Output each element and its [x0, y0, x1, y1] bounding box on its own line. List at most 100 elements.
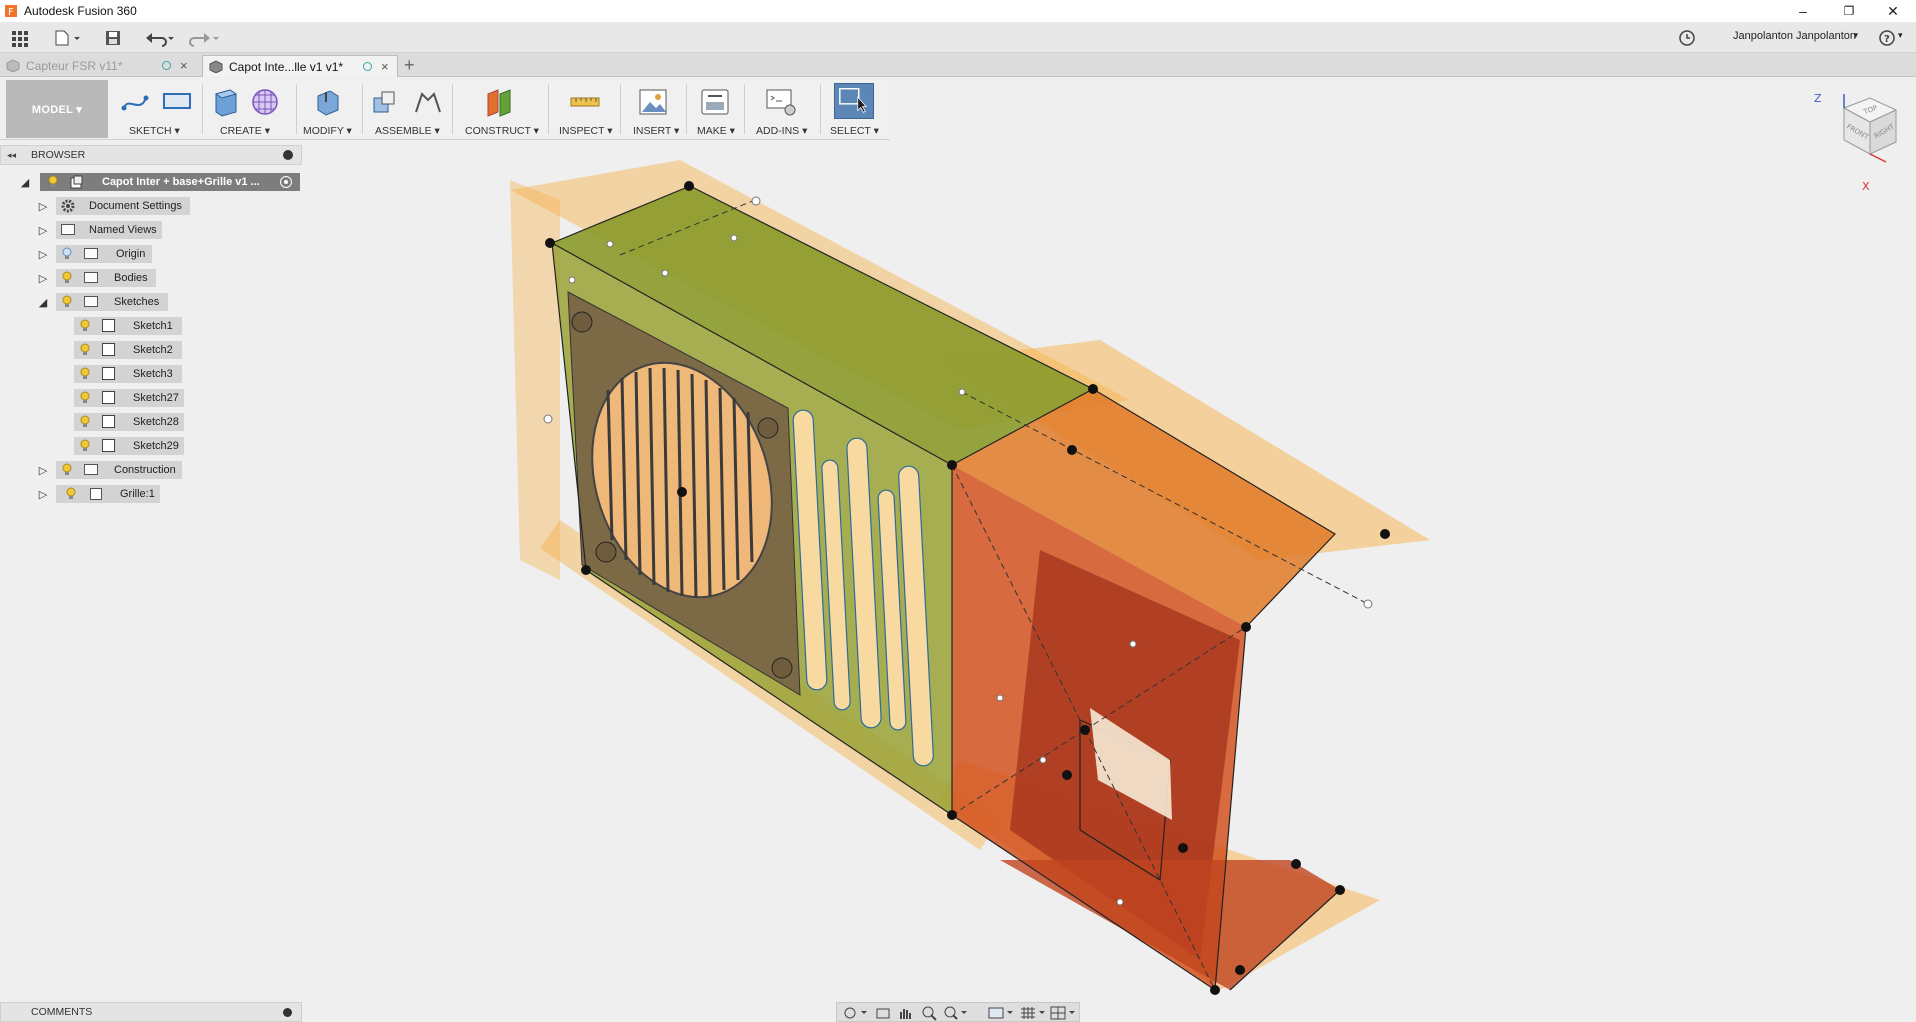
visibility-bulb-icon[interactable]	[48, 175, 58, 188]
create-menu[interactable]: CREATE ▾	[220, 125, 270, 137]
tab-label: Capteur FSR v11*	[26, 59, 123, 73]
visibility-bulb-icon[interactable]	[62, 271, 72, 284]
x-axis-label: X	[1862, 180, 1870, 192]
tab-capteur-fsr[interactable]: Capteur FSR v11* ×	[0, 55, 198, 77]
browser-item-label: Bodies	[114, 272, 148, 284]
browser-origin[interactable]: Origin	[56, 245, 152, 263]
workspace-switcher[interactable]: MODEL ▾	[6, 80, 108, 138]
create-sketch-icon[interactable]	[118, 86, 152, 118]
expand-icon[interactable]: ▷	[36, 223, 50, 237]
data-panel-grid-icon[interactable]	[10, 27, 30, 49]
browser-construction[interactable]: Construction	[56, 461, 182, 479]
stop-sketch-icon[interactable]	[160, 86, 194, 118]
minimize-button[interactable]: –	[1780, 0, 1826, 22]
collapse-icon[interactable]: ◢	[36, 295, 50, 309]
visibility-bulb-icon[interactable]	[80, 439, 90, 452]
browser-sketch-item[interactable]: Sketch1	[74, 317, 182, 335]
inspect-menu[interactable]: INSPECT ▾	[559, 125, 613, 137]
redo-icon[interactable]	[188, 27, 222, 49]
save-icon[interactable]	[102, 27, 124, 49]
sync-status-icon	[162, 61, 171, 70]
sketch-icon	[102, 343, 115, 356]
browser-item-label: Construction	[114, 464, 176, 476]
tab-capot-inter[interactable]: Capot Inte...lle v1 v1* ×	[202, 55, 398, 77]
zoom-icon[interactable]	[921, 1005, 937, 1021]
view-cube[interactable]: TOP FRONT RIGHT Z X	[1808, 92, 1908, 192]
form-sphere-icon[interactable]	[248, 86, 282, 118]
activate-radio-icon[interactable]	[280, 176, 292, 188]
browser-root-component[interactable]: Capot Inter + base+Grille v1 ...	[40, 173, 300, 191]
3d-print-icon[interactable]	[698, 86, 732, 118]
comments-panel[interactable]: COMMENTS	[0, 1002, 302, 1022]
undo-icon[interactable]	[144, 27, 178, 49]
user-account-menu[interactable]: Janpolanton Janpolanton	[1733, 30, 1856, 42]
orbit-icon[interactable]	[841, 1005, 871, 1021]
tab-close-icon[interactable]: ×	[180, 58, 188, 73]
display-settings-icon[interactable]	[987, 1005, 1017, 1021]
visibility-bulb-icon[interactable]	[66, 487, 76, 500]
pan-hand-icon[interactable]	[897, 1005, 913, 1021]
document-icon	[209, 60, 223, 73]
browser-sketch-item[interactable]: Sketch3	[74, 365, 182, 383]
visibility-bulb-icon[interactable]	[62, 295, 72, 308]
look-at-icon[interactable]	[875, 1005, 891, 1021]
z-axis-label: Z	[1814, 92, 1822, 105]
browser-sketches[interactable]: Sketches	[56, 293, 168, 311]
help-icon[interactable]: ?	[1878, 27, 1896, 49]
add-comment-icon[interactable]	[283, 1008, 292, 1017]
insert-menu[interactable]: INSERT ▾	[633, 125, 679, 137]
expand-icon[interactable]: ▷	[36, 247, 50, 261]
new-component-icon[interactable]	[368, 86, 402, 118]
sketch-menu[interactable]: SKETCH ▾	[129, 125, 180, 137]
modify-menu[interactable]: MODIFY ▾	[303, 125, 352, 137]
visibility-bulb-off-icon[interactable]	[62, 247, 72, 260]
expand-icon[interactable]: ▷	[36, 271, 50, 285]
root-collapse-icon[interactable]: ◢	[18, 175, 32, 189]
select-button[interactable]	[834, 83, 874, 119]
new-tab-button[interactable]: +	[404, 55, 415, 76]
browser-sketch-item[interactable]: Sketch27	[74, 389, 184, 407]
expand-icon[interactable]: ▷	[36, 199, 50, 213]
measure-icon[interactable]	[568, 86, 602, 118]
browser-collapse-icon[interactable]: ◂◂	[7, 150, 16, 161]
expand-icon[interactable]: ▷	[36, 463, 50, 477]
grid-settings-icon[interactable]	[1019, 1005, 1049, 1021]
addins-menu[interactable]: ADD-INS ▾	[756, 125, 807, 137]
browser-pin-icon[interactable]	[283, 150, 293, 160]
browser-sketch-item[interactable]: Sketch2	[74, 341, 182, 359]
offset-plane-icon[interactable]	[484, 86, 518, 118]
browser-grille-component[interactable]: Grille:1	[56, 485, 160, 503]
body-bottom-flange[interactable]	[1000, 860, 1340, 990]
insert-image-icon[interactable]	[636, 86, 670, 118]
viewports-icon[interactable]	[1049, 1005, 1079, 1021]
restore-button[interactable]: ❐	[1826, 0, 1872, 22]
job-status-clock-icon[interactable]	[1676, 27, 1698, 49]
browser-bodies[interactable]: Bodies	[56, 269, 156, 287]
scripts-addins-icon[interactable]	[764, 86, 798, 118]
assemble-menu[interactable]: ASSEMBLE ▾	[375, 125, 440, 137]
visibility-bulb-icon[interactable]	[80, 367, 90, 380]
file-menu-icon[interactable]	[52, 27, 82, 49]
browser-sketch-item[interactable]: Sketch29	[74, 437, 184, 455]
visibility-bulb-icon[interactable]	[80, 391, 90, 404]
browser-named-views[interactable]: Named Views	[56, 221, 162, 239]
tab-close-icon[interactable]: ×	[381, 59, 389, 74]
browser-document-settings[interactable]: Document Settings	[56, 197, 190, 215]
toolbar-separator	[548, 84, 549, 134]
expand-icon[interactable]: ▷	[36, 487, 50, 501]
make-menu[interactable]: MAKE ▾	[697, 125, 735, 137]
extrude-box-icon[interactable]	[208, 86, 242, 118]
fit-zoom-icon[interactable]	[943, 1005, 971, 1021]
3d-viewport[interactable]	[302, 141, 1916, 1002]
browser-sketch-item[interactable]: Sketch28	[74, 413, 184, 431]
visibility-bulb-icon[interactable]	[62, 463, 72, 476]
select-menu[interactable]: SELECT ▾	[830, 125, 879, 137]
press-pull-icon[interactable]	[310, 86, 344, 118]
close-button[interactable]: ✕	[1870, 0, 1916, 22]
visibility-bulb-icon[interactable]	[80, 415, 90, 428]
joint-icon[interactable]	[410, 86, 444, 118]
gear-icon	[61, 199, 75, 213]
visibility-bulb-icon[interactable]	[80, 319, 90, 332]
construct-menu[interactable]: CONSTRUCT ▾	[465, 125, 539, 137]
visibility-bulb-icon[interactable]	[80, 343, 90, 356]
